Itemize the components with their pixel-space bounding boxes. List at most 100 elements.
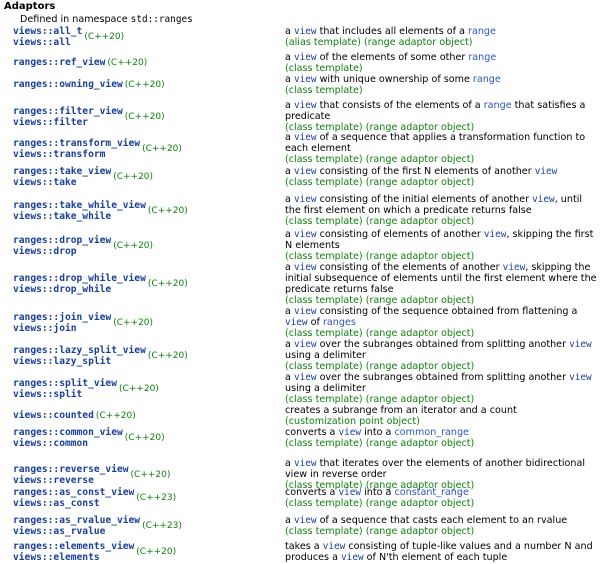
concept-link[interactable]: view <box>339 427 362 438</box>
description-text: a <box>285 372 294 383</box>
concept-link[interactable]: view <box>294 229 317 240</box>
description-text: of a sequence that casts each element to… <box>316 515 568 526</box>
concept-link[interactable]: view <box>294 262 317 273</box>
entity-names: ranges::common_view views::common <box>13 427 123 449</box>
concept-link[interactable]: view <box>341 552 364 563</box>
entity-link[interactable]: ranges::owning_view <box>13 79 123 90</box>
description-text: using a delimiter <box>285 350 366 361</box>
concept-link[interactable]: view <box>294 339 317 350</box>
entity-cell: ranges::ref_view (C++20) <box>13 57 147 69</box>
description-text: a <box>285 52 294 63</box>
entity-link[interactable]: ranges::as_rvalue_view <box>13 515 140 526</box>
concept-link[interactable]: view <box>294 306 317 317</box>
entity-link[interactable]: ranges::drop_view <box>13 235 111 246</box>
description-text: converts a <box>285 487 339 498</box>
concept-link[interactable]: ranges <box>323 317 356 328</box>
entity-cell: ranges::reverse_view views::reverse (C++20… <box>13 464 170 486</box>
adaptors-page: Adaptors Defined in namespace std::range… <box>0 0 600 564</box>
entity-link[interactable]: views::reverse <box>13 475 129 486</box>
entity-link[interactable]: views::take <box>13 177 111 188</box>
entity-link[interactable]: views::split <box>13 389 117 400</box>
concept-link[interactable]: range <box>468 26 496 37</box>
entity-link[interactable]: ranges::common_view <box>13 427 123 438</box>
entity-link[interactable]: ranges::take_while_view <box>13 200 146 211</box>
concept-link[interactable]: view <box>503 262 526 273</box>
entity-link[interactable]: ranges::take_view <box>13 166 111 177</box>
entity-link[interactable]: ranges::filter_view <box>13 106 123 117</box>
concept-link[interactable]: range <box>468 52 496 63</box>
entity-kind: (class template) (range adaptor object) <box>285 438 475 449</box>
concept-link[interactable]: range <box>484 100 512 111</box>
entity-link[interactable]: views::as_rvalue <box>13 526 140 537</box>
entity-names: ranges::drop_view views::drop <box>13 235 111 257</box>
entity-cell: ranges::join_view views::join (C++20) <box>13 312 153 334</box>
description-cell: a view consisting of the sequence obtain… <box>285 306 597 339</box>
entity-link[interactable]: views::common <box>13 438 123 449</box>
concept-link[interactable]: view <box>532 194 555 205</box>
entity-link[interactable]: views::as_const <box>13 498 134 509</box>
concept-link[interactable]: view <box>294 458 317 469</box>
concept-link[interactable]: view <box>535 166 558 177</box>
description-cell: a view that consists of the elements of … <box>285 100 597 133</box>
description-cell: creates a subrange from an iterator and … <box>285 405 597 427</box>
entity-kind: (alias template) (range adaptor object) <box>285 37 473 48</box>
entity-link[interactable]: views::transform <box>13 149 140 160</box>
description-text: into a <box>361 487 395 498</box>
description-cell: converts a view into a constant_range (cl… <box>285 487 597 509</box>
concept-link[interactable]: view <box>294 100 317 111</box>
entity-link[interactable]: views::elements <box>13 552 134 563</box>
entity-cell: ranges::drop_view views::drop (C++20) <box>13 235 153 257</box>
concept-link[interactable]: common_range <box>394 427 468 438</box>
entity-link[interactable]: ranges::drop_while_view <box>13 273 146 284</box>
description-text: that consists of the elements of a <box>316 100 484 111</box>
entity-link[interactable]: views::all_t <box>13 26 82 37</box>
concept-link[interactable]: view <box>294 52 317 63</box>
namespace-note: Defined in namespace std::ranges <box>20 14 193 25</box>
entity-link[interactable]: ranges::transform_view <box>13 138 140 149</box>
entity-kind: (class template) <box>285 85 363 96</box>
concept-link[interactable]: view <box>484 229 507 240</box>
description-cell: takes a view consisting of tuple-like va… <box>285 541 597 563</box>
concept-link[interactable]: view <box>294 515 317 526</box>
entity-link[interactable]: ranges::elements_view <box>13 541 134 552</box>
entity-names: ranges::transform_view views::transform <box>13 138 140 160</box>
concept-link[interactable]: view <box>569 339 592 350</box>
description-text: consisting of elements of another <box>316 229 484 240</box>
concept-link[interactable]: view <box>294 132 317 143</box>
entity-link[interactable]: views::drop <box>13 246 111 257</box>
concept-link[interactable]: view <box>323 541 346 552</box>
entity-link[interactable]: views::drop_while <box>13 284 146 295</box>
concept-link[interactable]: view <box>569 372 592 383</box>
description-text: consisting of the initial elements of an… <box>316 194 533 205</box>
entity-link[interactable]: views::lazy_split <box>13 356 146 367</box>
concept-link[interactable]: range <box>473 74 501 85</box>
entity-cell: ranges::elements_view views::elements (C++… <box>13 541 176 563</box>
description-cell: a view that includes all elements of a r… <box>285 26 597 48</box>
entity-names: ranges::lazy_split_view views::lazy_split <box>13 345 146 367</box>
entity-names: ranges::reverse_view views::reverse <box>13 464 129 486</box>
entity-link[interactable]: views::join <box>13 323 111 334</box>
concept-link[interactable]: view <box>285 317 308 328</box>
concept-link[interactable]: view <box>339 487 362 498</box>
entity-kind: (class template) (range adaptor object) <box>285 394 475 405</box>
namespace-name: std::ranges <box>130 14 193 25</box>
concept-link[interactable]: view <box>294 372 317 383</box>
concept-link[interactable]: view <box>294 74 317 85</box>
entity-link[interactable]: views::counted <box>13 410 94 421</box>
entity-link[interactable]: ranges::as_const_view <box>13 487 134 498</box>
entity-link[interactable]: ranges::ref_view <box>13 57 105 68</box>
entity-link[interactable]: views::take_while <box>13 211 146 222</box>
concept-link[interactable]: view <box>294 26 317 37</box>
entity-link[interactable]: views::all <box>13 37 82 48</box>
entity-link[interactable]: ranges::split_view <box>13 378 117 389</box>
entity-link[interactable]: ranges::join_view <box>13 312 111 323</box>
concept-link[interactable]: view <box>294 166 317 177</box>
entity-link[interactable]: ranges::reverse_view <box>13 464 129 475</box>
entity-kind: (class template) (range adaptor object) <box>285 498 475 509</box>
description-text: a <box>285 458 294 469</box>
concept-link[interactable]: view <box>294 194 317 205</box>
concept-link[interactable]: constant_range <box>394 487 468 498</box>
entity-link[interactable]: views::filter <box>13 117 123 128</box>
entity-link[interactable]: ranges::lazy_split_view <box>13 345 146 356</box>
entity-names: ranges::elements_view views::elements <box>13 541 134 563</box>
